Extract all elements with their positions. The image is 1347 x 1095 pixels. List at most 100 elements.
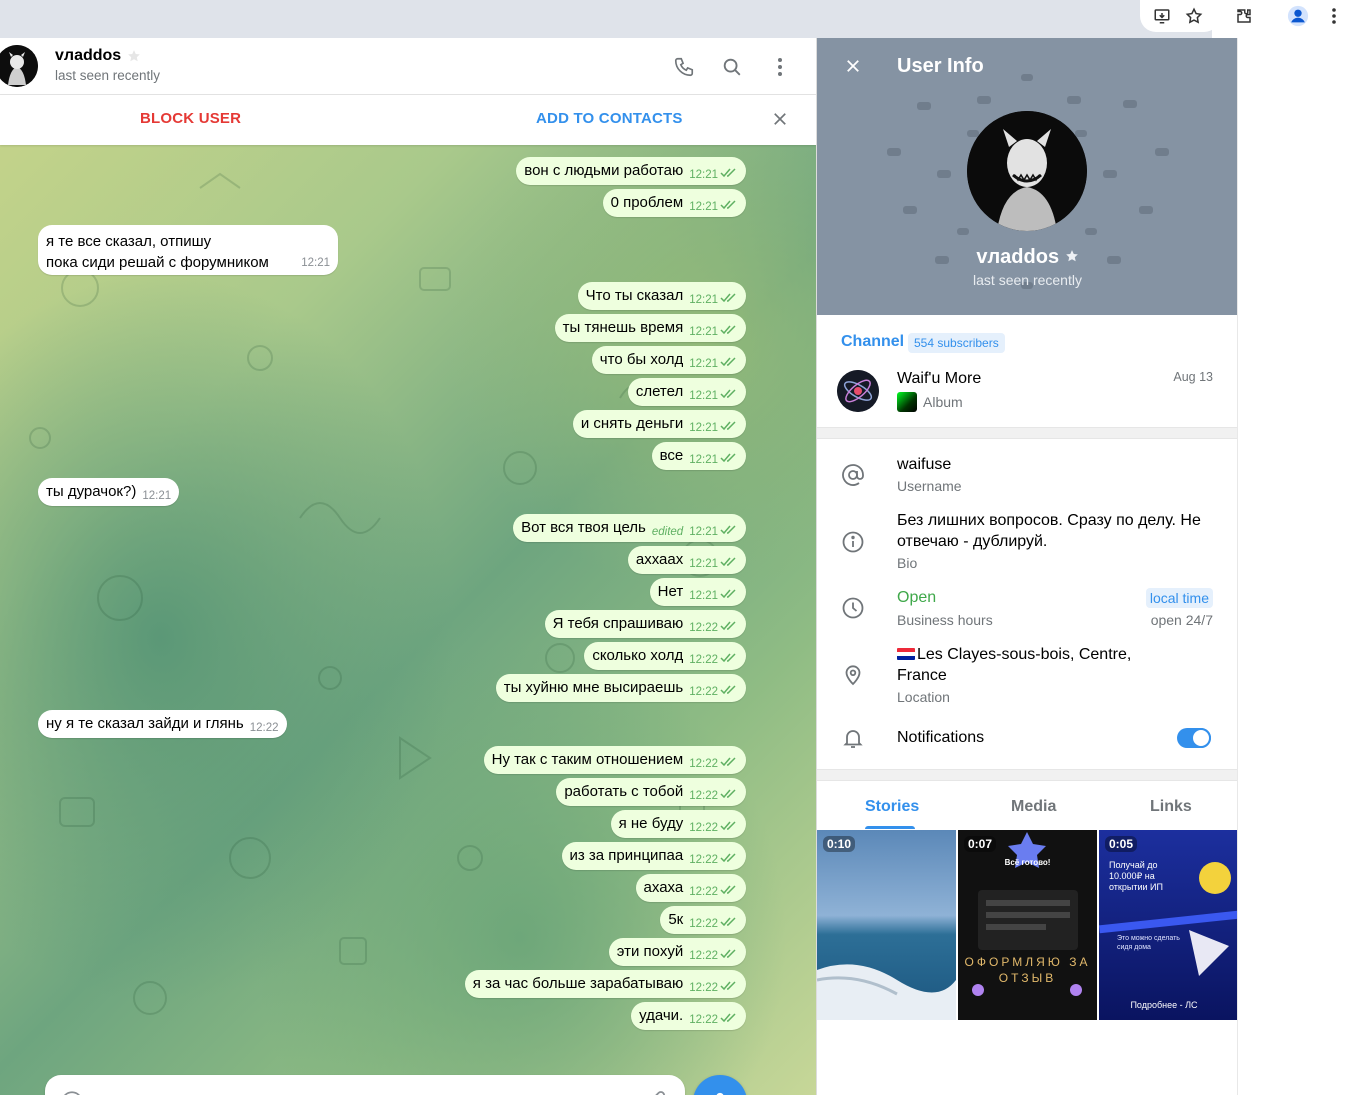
browser-menu-icon[interactable] <box>1322 4 1346 28</box>
story-headline: Получай до 10.000₽ на открытии ИП <box>1109 860 1163 892</box>
message-text: Я тебя спрашиваю <box>552 615 684 632</box>
channel-label: Channel <box>841 333 905 350</box>
install-app-icon[interactable] <box>1150 4 1174 28</box>
chat-header[interactable]: vлaddos last seen recently <box>0 38 816 95</box>
profile-avatar[interactable] <box>967 111 1087 231</box>
business-hours-status[interactable]: Open <box>897 587 936 608</box>
story-graphic <box>1099 862 1238 976</box>
message-bubble[interactable]: все 12:21 <box>651 442 746 470</box>
more-menu-icon[interactable] <box>767 54 793 80</box>
block-user-button[interactable]: BLOCK USER <box>140 110 241 127</box>
message-bubble[interactable]: 5к 12:22 <box>660 906 746 934</box>
read-checkmarks-icon <box>720 653 736 663</box>
message-bubble[interactable]: вон с людьми работаю 12:21 <box>516 157 746 185</box>
message-bubble[interactable]: ты хуйню мне высираешь 12:22 <box>495 674 746 702</box>
story-thumbnail[interactable]: Получай до 10.000₽ на открытии ИП Это мо… <box>1099 830 1238 1020</box>
story-thumbnail[interactable]: Всё готово! ОФОРМЛЯЮ ЗА ОТЗЫВ 0:07 <box>958 830 1097 1020</box>
message-bubble[interactable]: Нет 12:21 <box>649 578 746 606</box>
read-checkmarks-icon <box>720 949 736 959</box>
channel-name[interactable]: Waif'u More <box>897 370 981 388</box>
browser-toolbar <box>0 0 1347 38</box>
message-text: сколько холд <box>592 647 684 664</box>
username-value[interactable]: waifuse <box>897 454 951 475</box>
user-avatar[interactable] <box>0 45 38 87</box>
message-bubble[interactable]: ахаха 12:22 <box>635 874 746 902</box>
message-bubble[interactable]: я за час больше зарабатываю 12:22 <box>464 970 746 998</box>
read-checkmarks-icon <box>720 168 736 178</box>
add-to-contacts-button[interactable]: ADD TO CONTACTS <box>536 110 683 127</box>
message-list[interactable]: вон с людьми работаю 12:21 0 проблем 12:21 я… <box>0 145 816 1035</box>
message-bubble[interactable]: удачи. 12:22 <box>631 1002 746 1030</box>
chat-user-status: last seen recently <box>55 68 161 83</box>
france-flag-icon <box>897 647 915 660</box>
message-bubble[interactable]: Вот вся твоя цель edited 12:21 <box>513 514 746 542</box>
message-text: я те все сказал, отпишу пока сиди решай … <box>46 233 269 271</box>
message-time: 12:21 <box>689 358 718 370</box>
bookmark-star-icon[interactable] <box>1182 4 1206 28</box>
location-value[interactable]: Les Clayes-sous-bois, Centre, France <box>897 644 1157 686</box>
message-bubble[interactable]: Я тебя спрашиваю 12:22 <box>544 610 746 638</box>
attach-icon[interactable] <box>645 1089 671 1095</box>
bio-label: Bio <box>897 555 918 571</box>
message-text: и снять деньги <box>580 415 684 432</box>
profile-icon[interactable] <box>1286 4 1310 28</box>
channel-avatar[interactable] <box>837 370 879 412</box>
read-checkmarks-icon <box>720 789 736 799</box>
emoji-icon[interactable] <box>59 1089 85 1095</box>
message-bubble[interactable]: 0 проблем 12:21 <box>602 189 746 217</box>
message-bubble[interactable]: работать с тобой 12:22 <box>556 778 746 806</box>
message-bubble[interactable]: ты тянешь время 12:21 <box>554 314 746 342</box>
message-bubble[interactable]: эти похуй 12:22 <box>608 938 746 966</box>
business-hours-label: Business hours <box>897 612 993 628</box>
shared-media-tabs: Stories Media Links <box>817 786 1238 830</box>
message-time: 12:21 <box>689 201 718 213</box>
message-input[interactable] <box>99 1087 619 1095</box>
message-bubble[interactable]: и снять деньги 12:21 <box>572 410 746 438</box>
message-bubble[interactable]: аххаах 12:21 <box>627 546 746 574</box>
extensions-icon[interactable] <box>1232 4 1256 28</box>
message-bubble[interactable]: Ну так с таким отношением 12:22 <box>483 746 746 774</box>
call-icon[interactable] <box>671 54 697 80</box>
local-time-toggle[interactable]: local time <box>1145 588 1213 608</box>
message-bubble[interactable]: я те все сказал, отпишу пока сиди решай … <box>38 225 338 275</box>
message-bubble[interactable]: Что ты сказал 12:21 <box>577 282 746 310</box>
read-checkmarks-icon <box>720 325 736 335</box>
message-time: 12:22 <box>689 758 718 770</box>
profile-name: vлaddos <box>817 246 1238 269</box>
message-time: 12:21 <box>689 558 718 570</box>
notifications-label: Notifications <box>897 729 985 746</box>
message-time: 12:22 <box>689 822 718 834</box>
message-bubble[interactable]: что бы холд 12:21 <box>591 346 746 374</box>
tab-links[interactable]: Links <box>1150 798 1192 816</box>
message-time: 12:22 <box>689 790 718 802</box>
message-bubble[interactable]: ну я те сказал зайди и глянь 12:22 <box>38 710 287 738</box>
story-duration: 0:05 <box>1105 836 1138 852</box>
message-bubble[interactable]: сколько холд 12:22 <box>584 642 746 670</box>
message-bubble[interactable]: я не буду 12:22 <box>610 810 746 838</box>
story-footer: ОФОРМЛЯЮ ЗА ОТЗЫВ <box>964 955 1091 985</box>
notifications-toggle[interactable] <box>1177 728 1211 748</box>
close-info-icon[interactable] <box>841 54 865 78</box>
message-text: что бы холд <box>599 351 684 368</box>
bell-icon <box>839 724 867 752</box>
close-action-bar-icon[interactable] <box>768 107 792 131</box>
profile-header: User Info vлaddos last seen recently <box>817 38 1238 315</box>
message-composer[interactable] <box>45 1075 685 1095</box>
chat-user-name[interactable]: vлaddos <box>55 47 141 65</box>
message-time: 12:22 <box>689 1014 718 1026</box>
active-tab-indicator <box>865 826 915 829</box>
message-bubble[interactable]: ты дурачок?) 12:21 <box>38 478 180 506</box>
read-checkmarks-icon <box>720 821 736 831</box>
tab-stories[interactable]: Stories <box>865 798 919 816</box>
profile-name-text: vлaddos <box>976 246 1060 268</box>
tab-media[interactable]: Media <box>1011 798 1056 816</box>
message-bubble[interactable]: из за принципаа 12:22 <box>561 842 746 870</box>
message-bubble[interactable]: слетел 12:21 <box>627 378 746 406</box>
story-thumbnail[interactable]: 0:10 <box>817 830 956 1020</box>
page-margin <box>1237 38 1347 1095</box>
message-text: я не буду <box>618 815 684 832</box>
story-headline: Всё готово! <box>1004 858 1051 867</box>
search-icon[interactable] <box>719 54 745 80</box>
bio-value[interactable]: Без лишних вопросов. Сразу по делу. Не о… <box>897 510 1217 552</box>
message-text: из за принципаа <box>569 847 684 864</box>
